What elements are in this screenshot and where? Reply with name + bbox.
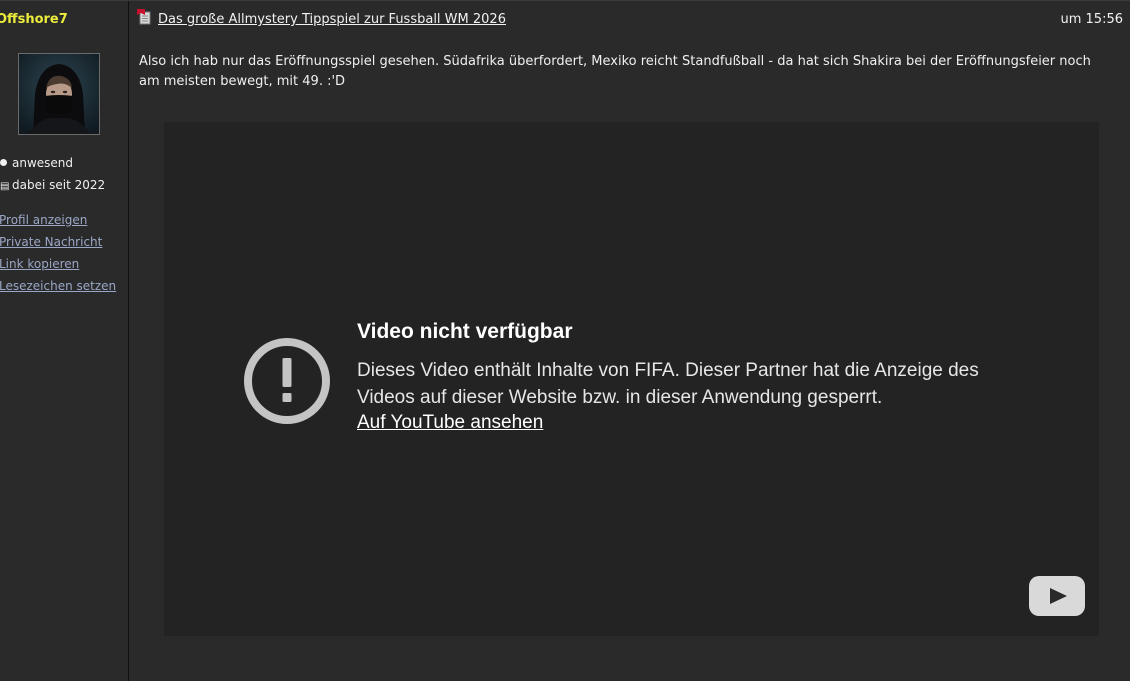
thread-title-link[interactable]: Das große Allmystery Tippspiel zur Fussb… (158, 12, 506, 27)
post-timestamp: um 15:56 (1060, 12, 1124, 27)
member-since: ▤ dabei seit 2022 (0, 178, 106, 192)
video-unavailable-title: Video nicht verfügbar (357, 320, 573, 343)
warning-circle-icon (242, 336, 332, 426)
calendar-icon: ▤ (0, 181, 10, 192)
online-dot-icon (0, 159, 7, 166)
watch-on-youtube-link[interactable]: Auf YouTube ansehen (357, 412, 543, 434)
post-body: Also ich hab nur das Eröffnungsspiel ges… (139, 54, 1091, 89)
avatar[interactable] (18, 53, 100, 135)
video-unavailable-message: Dieses Video enthält Inhalte von FIFA. D… (357, 360, 979, 408)
bookmark-link[interactable]: Lesezeichen setzen (0, 279, 116, 293)
private-message-link[interactable]: Private Nachricht (0, 235, 102, 249)
embedded-video[interactable]: Video nicht verfügbar Dieses Video enthä… (164, 122, 1099, 636)
youtube-play-icon[interactable] (1029, 576, 1085, 616)
online-status: anwesend (0, 156, 73, 170)
copy-link[interactable]: Link kopieren (0, 257, 79, 271)
forum-post: Offshore7 anwesend ▤ dabei seit 2022 Pro… (0, 0, 1130, 681)
thread-document-icon (137, 9, 151, 25)
user-sidebar: Offshore7 anwesend ▤ dabei seit 2022 Pro… (0, 1, 129, 681)
username[interactable]: Offshore7 (0, 12, 68, 27)
profile-link[interactable]: Profil anzeigen (0, 213, 87, 227)
